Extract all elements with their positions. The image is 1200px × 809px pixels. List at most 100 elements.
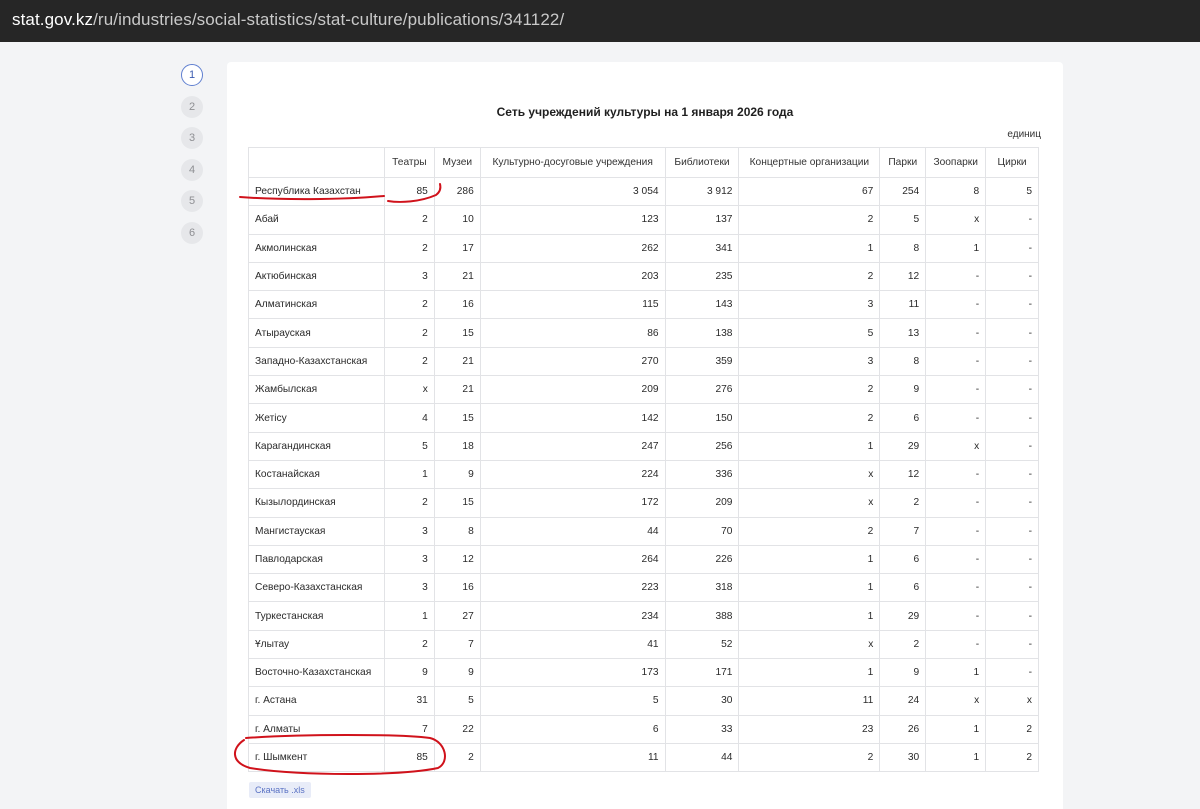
cell-circuses: -: [985, 629, 1039, 660]
cell-circuses: -: [985, 233, 1039, 263]
cell-parks: 2: [879, 629, 927, 660]
cell-cultural-centres: 86: [479, 318, 666, 348]
cell-parks: 30: [879, 742, 927, 773]
cell-cultural-centres: 270: [479, 346, 666, 377]
page-1-button[interactable]: 1: [181, 64, 203, 86]
cell-zoos: -: [925, 544, 987, 575]
header-zoos: Зоопарки: [925, 147, 987, 178]
cell-concert-orgs: 1: [738, 573, 881, 603]
cell-region: Кызылординская: [248, 488, 385, 518]
cell-parks: 29: [879, 431, 927, 461]
header-cultural-centres: Культурно-досуговые учреждения: [479, 147, 666, 178]
cell-theatres: 85: [383, 176, 435, 207]
page-3-button[interactable]: 3: [181, 127, 203, 149]
cell-circuses: -: [985, 601, 1039, 631]
page-4-button[interactable]: 4: [181, 158, 203, 181]
cell-theatres: 85: [383, 742, 435, 773]
page-6-button[interactable]: 6: [181, 221, 203, 244]
cell-museums: 2: [433, 742, 481, 773]
cell-cultural-centres: 3 054: [479, 176, 666, 207]
cell-libraries: 150: [664, 403, 740, 433]
cell-region: Атырауская: [248, 318, 385, 348]
address-bar[interactable]: stat.gov.kz/ru/industries/social-statist…: [0, 0, 1200, 42]
cell-concert-orgs: 23: [738, 714, 881, 744]
cell-museums: 286: [433, 176, 481, 207]
header-parks: Парки: [879, 147, 927, 178]
cell-zoos: x: [925, 431, 987, 461]
cell-parks: 8: [879, 233, 927, 263]
cell-circuses: -: [985, 431, 1039, 461]
cell-cultural-centres: 173: [479, 658, 666, 688]
cell-zoos: 1: [925, 233, 987, 263]
cell-theatres: 2: [383, 346, 435, 377]
cell-zoos: x: [925, 205, 987, 235]
publication-card: Сеть учреждений культуры на 1 января 202…: [227, 62, 1063, 809]
cell-zoos: -: [925, 375, 987, 405]
cell-region: Восточно-Казахстанская: [248, 658, 385, 688]
cell-theatres: 4: [383, 403, 435, 433]
cell-region: Жамбылская: [248, 375, 385, 405]
cell-cultural-centres: 115: [479, 290, 666, 320]
cell-zoos: -: [925, 459, 987, 490]
cell-circuses: -: [985, 658, 1039, 688]
cell-concert-orgs: x: [738, 459, 881, 490]
page-2-button[interactable]: 2: [181, 95, 203, 118]
cell-cultural-centres: 44: [479, 516, 666, 546]
cell-region: Северо-Казахстанская: [248, 573, 385, 603]
cell-concert-orgs: 1: [738, 544, 881, 575]
table-row: Жетісу 4 15 142 150 2 6- -: [248, 403, 1039, 433]
cell-concert-orgs: 1: [738, 431, 881, 461]
cell-theatres: 2: [383, 318, 435, 348]
table-row: Алматинская 2 16 115 143 3 11- -: [248, 290, 1039, 320]
table-row: Республика Казахстан 85 286 3 054 3 912 67 254…: [248, 176, 1039, 207]
cell-circuses: -: [985, 459, 1039, 490]
cell-museums: 21: [433, 261, 481, 292]
cell-concert-orgs: 2: [738, 516, 881, 546]
cell-theatres: 2: [383, 629, 435, 660]
table-body: Республика Казахстан 85 286 3 054 3 912 67 254…: [248, 176, 1039, 773]
cell-parks: 12: [879, 459, 927, 490]
table-row: Восточно-Казахстанская 9 9 173 171 1 9 1-: [248, 658, 1039, 688]
download-xls-button[interactable]: Скачать .xls: [249, 782, 311, 798]
cell-region: Абай: [248, 205, 385, 235]
table-row: г. Алматы 7 22 6 33 23 26 1 2: [248, 714, 1039, 744]
unit-label: единиц: [1007, 129, 1041, 140]
cell-region: Ұлытау: [248, 629, 385, 660]
cell-parks: 13: [879, 318, 927, 348]
cell-libraries: 143: [664, 290, 740, 320]
cell-cultural-centres: 262: [479, 233, 666, 263]
cell-cultural-centres: 11: [479, 742, 666, 773]
cell-museums: 5: [433, 686, 481, 716]
cell-parks: 9: [879, 658, 927, 688]
cell-parks: 6: [879, 403, 927, 433]
cell-parks: 24: [879, 686, 927, 716]
cell-libraries: 137: [664, 205, 740, 235]
page-5-button[interactable]: 5: [181, 190, 203, 212]
cell-concert-orgs: 1: [738, 658, 881, 688]
cell-cultural-centres: 234: [479, 601, 666, 631]
header-libraries: Библиотеки: [664, 147, 740, 178]
cell-circuses: -: [985, 488, 1039, 518]
cell-libraries: 359: [664, 346, 740, 377]
cell-museums: 16: [433, 573, 481, 603]
table-row: Ұлытау 2 7 41 52 x 2- -: [248, 629, 1039, 660]
cell-museums: 15: [433, 318, 481, 348]
cell-theatres: 2: [383, 205, 435, 235]
table-row: Жамбылская x 21 209 276 2 9- -: [248, 375, 1039, 405]
cell-libraries: 70: [664, 516, 740, 546]
cell-circuses: 2: [985, 742, 1039, 773]
table-row: Кызылординская 2 15 172 209 x 2- -: [248, 488, 1039, 518]
table-row: Туркестанская 1 27 234 388 1 29- -: [248, 601, 1039, 631]
cell-zoos: x: [925, 686, 987, 716]
cell-zoos: -: [925, 290, 987, 320]
cell-parks: 12: [879, 261, 927, 292]
table-row: г. Шымкент 85 2 11 44 2 30 1 2: [248, 742, 1039, 773]
cell-theatres: 3: [383, 573, 435, 603]
cell-region: г. Шымкент: [248, 742, 385, 773]
cell-region: Республика Казахстан: [248, 176, 385, 207]
cell-cultural-centres: 203: [479, 261, 666, 292]
cell-libraries: 256: [664, 431, 740, 461]
cell-region: Костанайская: [248, 459, 385, 490]
cell-parks: 9: [879, 375, 927, 405]
cell-cultural-centres: 247: [479, 431, 666, 461]
